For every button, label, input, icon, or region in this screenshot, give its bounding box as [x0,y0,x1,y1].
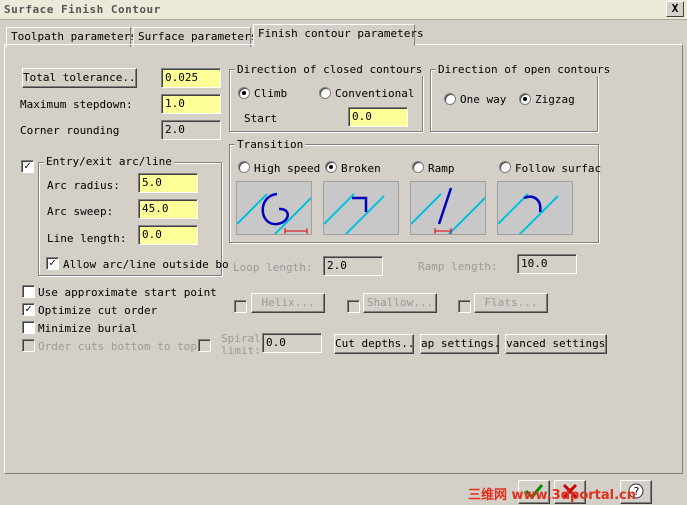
follow-surface-preview-icon[interactable] [497,181,573,235]
arc-radius-input[interactable]: 5.0 [138,173,198,193]
line-length-label: Line length: [47,232,127,245]
order-cuts-checkbox [22,339,35,352]
corner-rounding-input: 2.0 [161,120,221,140]
climb-radio[interactable] [238,87,250,99]
helix-button[interactable]: Helix... [251,293,325,313]
ramp-preview-icon[interactable] [410,181,486,235]
window-title: Surface Finish Contour [4,3,161,16]
loop-length-input: 2.0 [323,256,383,276]
climb-label: Climb [254,87,288,100]
start-label: Start [244,112,278,125]
optimize-cut-order-checkbox[interactable]: ✓ [22,303,35,316]
ramp-radio[interactable] [412,161,424,173]
conventional-label: Conventional [335,87,415,100]
broken-radio[interactable] [325,161,337,173]
approx-start-label: Use approximate start point [38,286,217,299]
spiral-limit-label: limit: [221,344,261,357]
one-way-label: One way [460,93,507,106]
ramp-length-label: Ramp length: [418,260,498,273]
allow-outside-label: Allow arc/line outside bo [63,258,229,271]
loop-length-label: Loop length: [233,261,313,274]
spiral-limit-input: 0.0 [262,333,322,353]
shallow-button[interactable]: Shallow... [363,293,437,313]
tab-finish-contour-parameters[interactable]: Finish contour parameters [253,24,424,46]
high-speed-radio[interactable] [238,161,250,173]
optimize-cut-order-label: Optimize cut order [38,304,158,317]
minimize-burial-checkbox[interactable] [22,321,35,334]
ramp-label: Ramp [428,162,455,175]
entry-exit-label: Entry/exit arc/line [44,155,174,168]
flats-checkbox[interactable] [458,300,471,313]
arc-radius-label: Arc radius: [47,179,120,192]
line-length-input[interactable]: 0.0 [138,225,198,245]
advanced-settings-button[interactable]: vanced settings. [505,334,607,354]
entry-exit-checkbox[interactable]: ✓ [21,160,34,173]
corner-rounding-label: Corner rounding [20,124,120,137]
helix-checkbox[interactable] [234,300,247,313]
spiral-checkbox[interactable] [198,339,211,352]
open-contours-title: Direction of open contours [436,63,613,76]
one-way-radio[interactable] [444,93,456,105]
flats-button[interactable]: Flats... [474,293,548,313]
zigzag-label: Zigzag [535,93,575,106]
approx-start-checkbox[interactable] [22,285,35,298]
total-tolerance-input[interactable]: 0.025 [161,68,221,88]
close-button[interactable]: X [666,1,684,17]
watermark: 三维网 www.3dportal.cn [468,488,637,503]
max-stepdown-label: Maximum stepdown: [20,98,133,111]
order-cuts-label: Order cuts bottom to top [38,340,197,353]
minimize-burial-label: Minimize burial [38,322,138,335]
conventional-radio[interactable] [319,87,331,99]
allow-outside-checkbox[interactable]: ✓ [46,257,59,270]
start-input[interactable]: 0.0 [348,107,408,127]
high-speed-preview-icon[interactable] [236,181,312,235]
shallow-checkbox[interactable] [347,300,360,313]
broken-preview-icon[interactable] [323,181,399,235]
closed-contours-title: Direction of closed contours [235,63,425,76]
zigzag-radio[interactable] [519,93,531,105]
follow-surface-radio[interactable] [499,161,511,173]
max-stepdown-input[interactable]: 1.0 [161,94,221,114]
broken-label: Broken [341,162,381,175]
ramp-length-input: 10.0 [517,254,577,274]
high-speed-label: High speed [254,162,321,175]
cut-depths-button[interactable]: Cut depths... [334,334,414,354]
gap-settings-button[interactable]: ap settings... [420,334,499,354]
transition-title: Transition [235,138,306,151]
arc-sweep-label: Arc sweep: [47,205,114,218]
total-tolerance-button[interactable]: Total tolerance... [22,68,137,88]
arc-sweep-input[interactable]: 45.0 [138,199,198,219]
follow-surface-label: Follow surfac [515,162,602,175]
